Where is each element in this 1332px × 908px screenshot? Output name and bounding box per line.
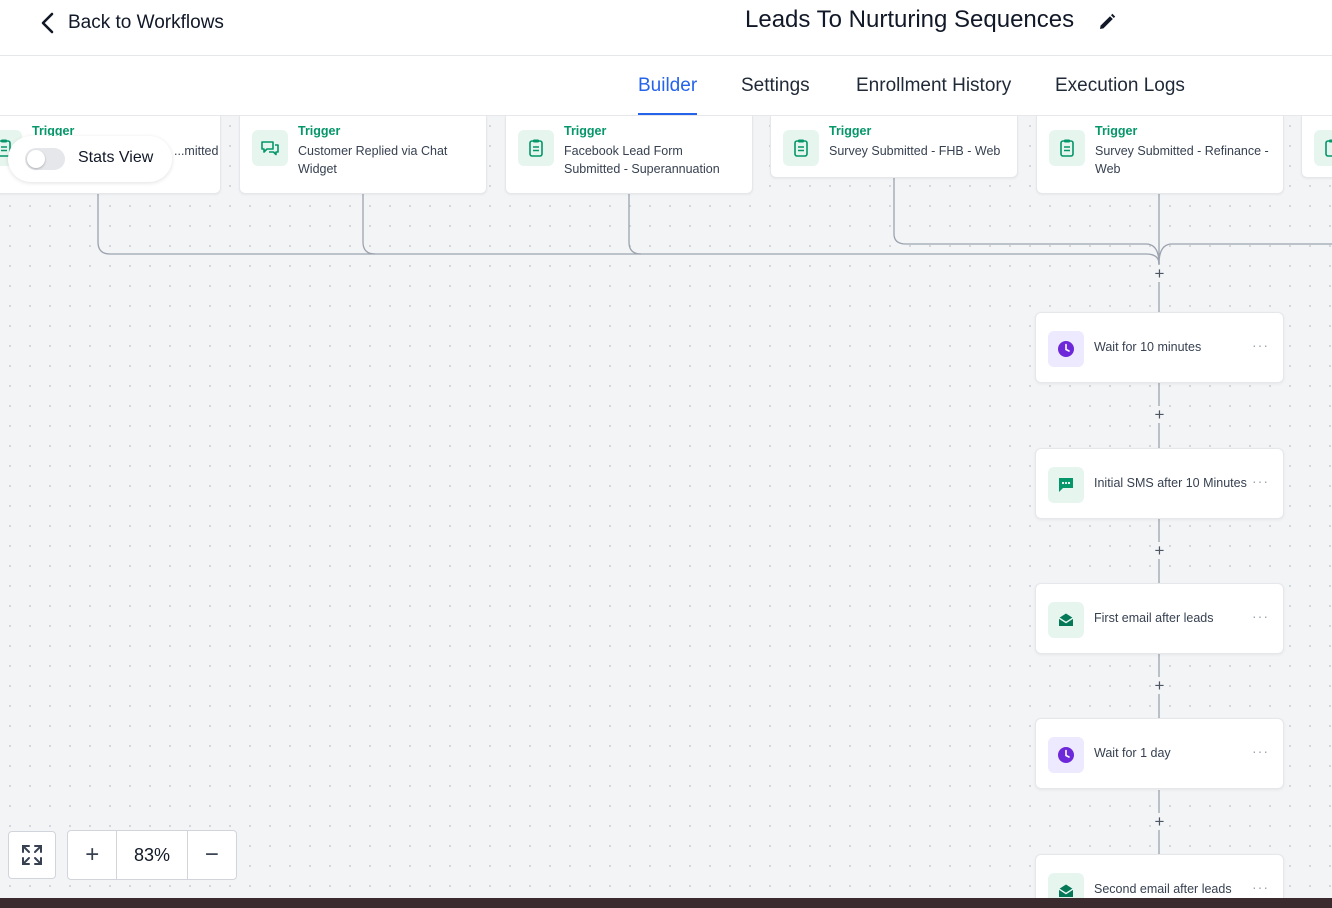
back-label: Back to Workflows (68, 12, 224, 33)
more-options-icon[interactable]: ··· (1252, 473, 1269, 489)
tab-settings[interactable]: Settings (741, 56, 810, 115)
trigger-name: Customer Replied via Chat Widget (298, 144, 448, 176)
action-card-wait[interactable]: Wait for 1 day ··· (1035, 718, 1284, 789)
clipboard-icon (518, 130, 554, 166)
zoom-out-button[interactable]: − (188, 831, 236, 879)
trigger-card-partial[interactable] (1301, 116, 1332, 178)
trigger-name: Facebook Lead Form Submitted - Superannu… (564, 144, 720, 176)
more-options-icon[interactable]: ··· (1252, 879, 1269, 895)
workflow-canvas[interactable]: Trigger ...mitted Trigger Customer Repli… (0, 116, 1332, 898)
trigger-name: Survey Submitted - FHB - Web (829, 144, 1001, 158)
action-name: Wait for 1 day (1094, 746, 1171, 760)
action-card-email[interactable]: Second email after leads ··· (1035, 854, 1284, 898)
sms-icon (1048, 467, 1084, 503)
trigger-label: Trigger (298, 124, 341, 138)
action-card-email[interactable]: First email after leads ··· (1035, 583, 1284, 654)
tab-bar: Builder Settings Enrollment History Exec… (0, 56, 1332, 116)
clipboard-icon (1049, 130, 1085, 166)
action-card-sms[interactable]: Initial SMS after 10 Minutes ··· (1035, 448, 1284, 519)
action-name: First email after leads (1094, 611, 1214, 625)
clipboard-icon (1314, 130, 1332, 166)
fit-to-screen-button[interactable] (8, 831, 56, 879)
tab-enrollment-history[interactable]: Enrollment History (856, 56, 1011, 115)
expand-icon (22, 845, 42, 865)
trigger-card[interactable]: Trigger Survey Submitted - FHB - Web (770, 116, 1018, 178)
clock-icon (1048, 331, 1084, 367)
trigger-label: Trigger (564, 124, 607, 138)
add-action-button[interactable]: + (1151, 406, 1168, 423)
clock-icon (1048, 737, 1084, 773)
zoom-controls: + 83% − (67, 830, 237, 880)
action-card-wait[interactable]: Wait for 10 minutes ··· (1035, 312, 1284, 383)
workflow-title: Leads To Nurturing Sequences (745, 6, 1075, 33)
back-to-workflows-button[interactable]: Back to Workflows (38, 10, 224, 36)
trigger-label: Trigger (1095, 124, 1138, 138)
chat-icon (252, 130, 288, 166)
more-options-icon[interactable]: ··· (1252, 608, 1269, 624)
trigger-card[interactable]: Trigger Facebook Lead Form Submitted - S… (505, 116, 753, 194)
email-icon (1048, 602, 1084, 638)
chevron-left-icon (41, 12, 54, 34)
action-name: Wait for 10 minutes (1094, 340, 1202, 354)
trigger-name: Survey Submitted - Refinance - Web (1095, 144, 1269, 176)
trigger-card[interactable]: Trigger Survey Submitted - Refinance - W… (1036, 116, 1284, 194)
more-options-icon[interactable]: ··· (1252, 337, 1269, 353)
pencil-icon[interactable] (1097, 12, 1117, 32)
trigger-card[interactable]: Trigger Customer Replied via Chat Widget (239, 116, 487, 194)
tab-execution-logs[interactable]: Execution Logs (1055, 56, 1185, 115)
top-bar: Back to Workflows Leads To Nurturing Seq… (0, 0, 1332, 56)
zoom-level: 83% (116, 831, 188, 879)
trigger-label: Trigger (829, 124, 872, 138)
add-action-button[interactable]: + (1151, 677, 1168, 694)
add-action-button[interactable]: + (1151, 813, 1168, 830)
stats-view-label: Stats View (78, 149, 154, 166)
stats-view-toggle[interactable] (25, 148, 65, 170)
email-icon (1048, 873, 1084, 898)
action-name: Second email after leads (1094, 882, 1232, 896)
add-action-button[interactable]: + (1151, 265, 1168, 282)
stats-view-control: Stats View (8, 136, 172, 182)
action-name: Initial SMS after 10 Minutes (1094, 476, 1247, 490)
zoom-in-button[interactable]: + (68, 831, 116, 879)
taskbar-strip (0, 898, 1332, 908)
more-options-icon[interactable]: ··· (1252, 743, 1269, 759)
trigger-name: ...mitted (174, 144, 219, 158)
add-action-button[interactable]: + (1151, 542, 1168, 559)
toggle-knob (27, 150, 45, 168)
tab-builder[interactable]: Builder (638, 56, 698, 115)
clipboard-icon (783, 130, 819, 166)
